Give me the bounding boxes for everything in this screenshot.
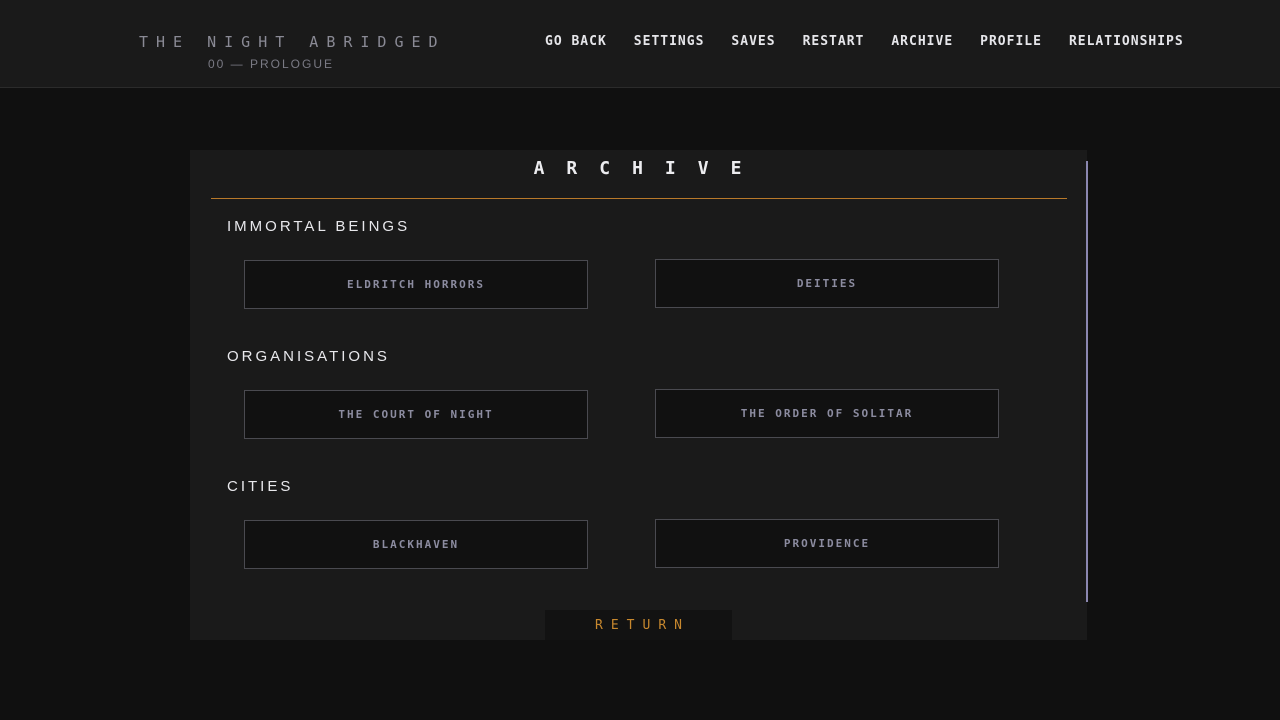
nav-profile[interactable]: PROFILE: [980, 34, 1042, 49]
main-nav: GO BACK SETTINGS SAVES RESTART ARCHIVE P…: [545, 34, 1184, 49]
section-heading-immortal-beings: IMMORTAL BEINGS: [227, 218, 411, 235]
nav-relationships[interactable]: RELATIONSHIPS: [1069, 34, 1184, 49]
scrollbar[interactable]: [1086, 161, 1088, 602]
entry-eldritch-horrors-button[interactable]: ELDRITCH HORRORS: [244, 260, 588, 309]
archive-title: ARCHIVE: [533, 158, 764, 179]
title-divider: [211, 198, 1067, 199]
chapter-subtitle: 00 — PROLOGUE: [207, 57, 335, 71]
nav-go-back[interactable]: GO BACK: [545, 34, 607, 49]
brand: THE NIGHT ABRIDGED 00 — PROLOGUE: [139, 33, 438, 71]
entry-deities-button[interactable]: DEITIES: [655, 259, 999, 308]
section-heading-organisations: ORGANISATIONS: [227, 348, 390, 365]
nav-restart[interactable]: RESTART: [803, 34, 865, 49]
game-title: THE NIGHT ABRIDGED: [139, 33, 446, 51]
section-heading-cities: CITIES: [227, 478, 294, 495]
top-bar: THE NIGHT ABRIDGED 00 — PROLOGUE GO BACK…: [0, 0, 1280, 88]
nav-saves[interactable]: SAVES: [731, 34, 775, 49]
entry-blackhaven-button[interactable]: BLACKHAVEN: [244, 520, 588, 569]
nav-archive[interactable]: ARCHIVE: [891, 34, 953, 49]
entry-providence-button[interactable]: PROVIDENCE: [655, 519, 999, 568]
entry-order-of-solitar-button[interactable]: THE ORDER OF SOLITAR: [655, 389, 999, 438]
entry-court-of-night-button[interactable]: THE COURT OF NIGHT: [244, 390, 588, 439]
return-button[interactable]: RETURN: [545, 610, 732, 640]
nav-settings[interactable]: SETTINGS: [634, 34, 705, 49]
archive-panel: ARCHIVE IMMORTAL BEINGS ELDRITCH HORRORS…: [190, 150, 1088, 640]
